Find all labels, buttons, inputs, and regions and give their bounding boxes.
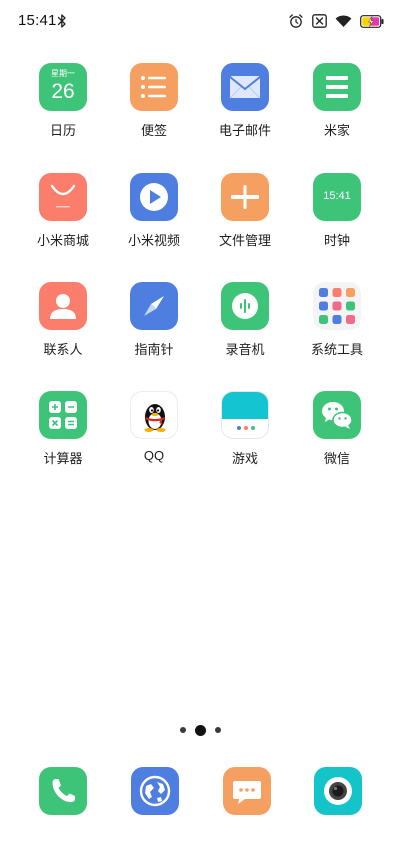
contacts-icon <box>39 282 87 330</box>
app-label: 日历 <box>49 123 76 138</box>
app-contacts[interactable]: 联系人 <box>15 282 111 386</box>
wifi-icon <box>335 14 352 28</box>
status-time: 15:41 <box>18 12 57 29</box>
messages-icon <box>233 781 261 804</box>
clock-icon: 15:41 <box>313 173 361 221</box>
battery-charging-icon <box>360 14 384 28</box>
app-label: QQ <box>143 448 165 463</box>
app-label: 便签 <box>140 123 167 138</box>
games-icon <box>221 391 269 439</box>
app-mijia[interactable]: 米家 <box>289 63 385 167</box>
system-tools-folder-icon <box>313 282 361 330</box>
mi-store-icon <box>39 173 87 221</box>
dock-camera[interactable] <box>314 767 362 815</box>
dock-phone[interactable] <box>39 767 87 815</box>
app-wechat[interactable]: 微信 <box>289 391 385 495</box>
app-recorder[interactable]: 录音机 <box>197 282 293 386</box>
app-notes[interactable]: 便签 <box>106 63 202 167</box>
app-label: 时钟 <box>323 233 350 248</box>
app-label: 电子邮件 <box>218 123 271 138</box>
app-label: 录音机 <box>225 342 265 357</box>
app-label: 联系人 <box>43 342 83 357</box>
app-games[interactable]: 游戏 <box>197 391 293 495</box>
qq-penguin-icon <box>130 391 178 439</box>
page-dot <box>214 727 221 733</box>
app-label: 小米商城 <box>36 233 89 248</box>
status-icons <box>288 12 384 30</box>
app-label: 指南针 <box>134 342 174 357</box>
recorder-icon <box>221 282 269 330</box>
phone-icon <box>52 779 75 803</box>
calendar-weekday: 星期一 <box>51 69 75 78</box>
video-play-icon <box>130 173 178 221</box>
app-label: 游戏 <box>231 451 258 466</box>
app-clock[interactable]: 15:41 时钟 <box>289 173 385 277</box>
clock-time: 15:41 <box>323 190 351 202</box>
app-label: 计算器 <box>43 451 83 466</box>
app-compass[interactable]: 指南针 <box>106 282 202 386</box>
app-calendar[interactable]: 星期一 26 日历 <box>15 63 111 167</box>
page-dot-active <box>194 724 206 736</box>
app-label: 文件管理 <box>218 233 271 248</box>
app-system-tools-folder[interactable]: 系统工具 <box>289 282 385 386</box>
calculator-icon <box>39 391 87 439</box>
app-label: 微信 <box>323 451 350 466</box>
camera-icon <box>324 777 352 805</box>
mail-icon <box>221 63 269 111</box>
app-qq[interactable]: QQ <box>106 391 202 495</box>
app-calculator[interactable]: 计算器 <box>15 391 111 495</box>
mijia-icon <box>313 63 361 111</box>
calendar-day: 26 <box>51 80 75 103</box>
app-mi-store[interactable]: 小米商城 <box>15 173 111 277</box>
page-indicator[interactable] <box>0 723 400 737</box>
page-dot <box>179 727 186 733</box>
alarm-icon <box>288 13 304 29</box>
dock-messages[interactable] <box>223 767 271 815</box>
app-file-manager[interactable]: 文件管理 <box>197 173 293 277</box>
app-label: 系统工具 <box>310 342 363 357</box>
notes-icon <box>130 63 178 111</box>
calendar-icon: 星期一 26 <box>39 63 87 111</box>
app-label: 米家 <box>323 123 350 138</box>
browser-icon <box>139 775 171 807</box>
file-manager-icon <box>221 173 269 221</box>
app-email[interactable]: 电子邮件 <box>197 63 293 167</box>
bluetooth-icon <box>57 13 67 29</box>
app-label: 小米视频 <box>127 233 180 248</box>
compass-icon <box>130 282 178 330</box>
sim-none-icon <box>312 14 327 28</box>
dock-browser[interactable] <box>131 767 179 815</box>
app-mi-video[interactable]: 小米视频 <box>106 173 202 277</box>
wechat-icon <box>313 391 361 439</box>
status-bar: 15:41 <box>0 0 400 42</box>
